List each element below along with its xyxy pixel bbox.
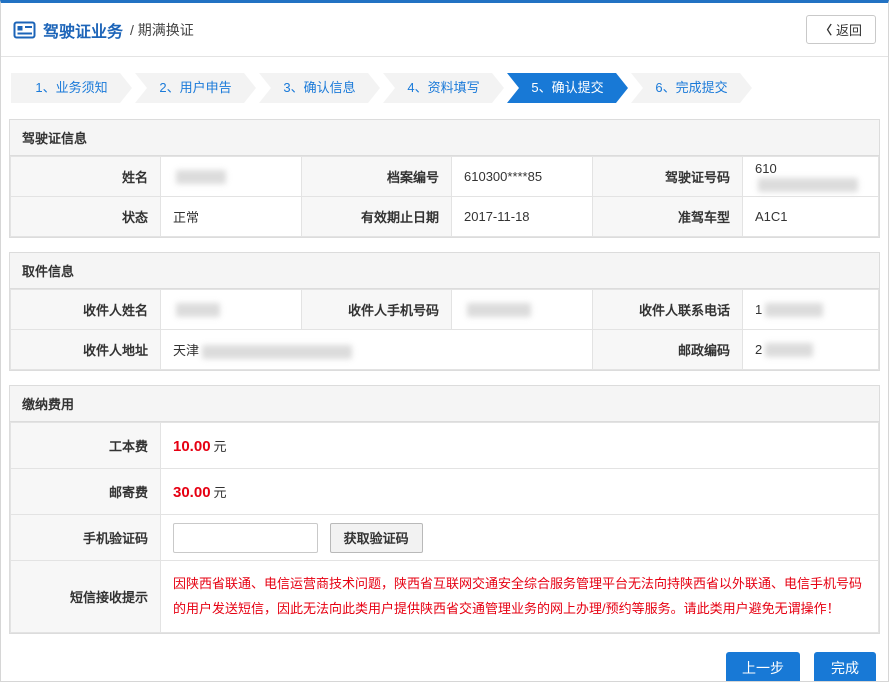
previous-step-button[interactable]: 上一步 [726,652,800,682]
recipient-mobile-label: 收件人手机号码 [302,290,452,330]
license-info-section: 驾驶证信息 姓名 档案编号 610300****85 驾驶证号码 610 状态 … [9,119,880,238]
step-tab-1[interactable]: 1、业务须知 [11,73,132,103]
step-tab-2[interactable]: 2、用户申告 [135,73,256,103]
breadcrumb: 驾驶证业务 / 期满换证 [13,18,194,42]
address-value: 天津 [161,330,593,370]
back-button-label: 返回 [836,20,862,39]
postcode-label: 邮政编码 [593,330,743,370]
step-tab-4[interactable]: 4、资料填写 [383,73,504,103]
file-number-value: 610300****85 [452,157,593,197]
status-label: 状态 [11,197,161,237]
recipient-phone-label: 收件人联系电话 [593,290,743,330]
postage-fee-value: 30.00元 [161,469,879,515]
fees-section: 缴纳费用 工本费 10.00元 邮寄费 30.00元 手机验证码 获取验证码 [9,385,880,634]
redacted-text [202,345,352,359]
redacted-text [758,178,858,192]
license-info-table: 姓名 档案编号 610300****85 驾驶证号码 610 状态 正常 有效期… [10,156,879,237]
production-fee-amount: 10.00 [173,438,211,455]
redacted-text [765,303,823,317]
chevron-left-icon: 〈 [820,21,832,38]
finish-button[interactable]: 完成 [814,652,876,682]
recipient-mobile-value [452,290,593,330]
step-nav: 1、业务须知 2、用户申告 3、确认信息 4、资料填写 5、确认提交 6、完成提… [1,57,888,111]
postage-fee-amount: 30.00 [173,484,211,501]
table-row: 状态 正常 有效期止日期 2017-11-18 准驾车型 A1C1 [11,197,879,237]
table-row: 手机验证码 获取验证码 [11,515,879,561]
redacted-text [176,303,220,317]
action-bar: 上一步 完成 [1,648,888,682]
license-card-icon [13,21,36,39]
step-tab-3[interactable]: 3、确认信息 [259,73,380,103]
address-label: 收件人地址 [11,330,161,370]
sms-notice-cell: 因陕西省联通、电信运营商技术问题，陕西省互联网交通安全综合服务管理平台无法向持陕… [161,561,879,633]
license-number-label: 驾驶证号码 [593,157,743,197]
sms-code-input[interactable] [173,523,318,553]
recipient-phone-value: 1 [743,290,879,330]
sms-code-label: 手机验证码 [11,515,161,561]
redacted-text [467,303,531,317]
vehicle-type-value: A1C1 [743,197,879,237]
table-row: 收件人地址 天津 邮政编码 2 [11,330,879,370]
header: 驾驶证业务 / 期满换证 〈 返回 [1,3,888,57]
license-info-title: 驾驶证信息 [10,120,879,156]
sms-notice-label: 短信接收提示 [11,561,161,633]
pickup-info-title: 取件信息 [10,253,879,289]
expiry-value: 2017-11-18 [452,197,593,237]
redacted-text [765,343,813,357]
redacted-text [176,170,226,184]
status-value: 正常 [161,197,302,237]
name-value [161,157,302,197]
get-sms-code-button[interactable]: 获取验证码 [330,523,423,553]
driver-license-renewal-page: 驾驶证业务 / 期满换证 〈 返回 1、业务须知 2、用户申告 3、确认信息 4… [0,0,889,682]
production-fee-unit: 元 [214,439,227,454]
pickup-info-table: 收件人姓名 收件人手机号码 收件人联系电话 1 收件人地址 天津 邮政编码 2 [10,289,879,370]
production-fee-value: 10.00元 [161,423,879,469]
back-button[interactable]: 〈 返回 [806,15,876,44]
table-row: 收件人姓名 收件人手机号码 收件人联系电话 1 [11,290,879,330]
page-subtitle: / 期满换证 [130,20,194,40]
expiry-label: 有效期止日期 [302,197,452,237]
step-tab-6[interactable]: 6、完成提交 [631,73,752,103]
license-number-value: 610 [743,157,879,197]
vehicle-type-label: 准驾车型 [593,197,743,237]
step-tab-5-active[interactable]: 5、确认提交 [507,73,628,103]
recipient-name-value [161,290,302,330]
recipient-name-label: 收件人姓名 [11,290,161,330]
sms-code-cell: 获取验证码 [161,515,879,561]
fees-title: 缴纳费用 [10,386,879,422]
fees-table: 工本费 10.00元 邮寄费 30.00元 手机验证码 获取验证码 短信接收提 [10,422,879,633]
table-row: 工本费 10.00元 [11,423,879,469]
table-row: 姓名 档案编号 610300****85 驾驶证号码 610 [11,157,879,197]
name-label: 姓名 [11,157,161,197]
table-row: 邮寄费 30.00元 [11,469,879,515]
pickup-info-section: 取件信息 收件人姓名 收件人手机号码 收件人联系电话 1 收件人地址 天津 邮政… [9,252,880,371]
production-fee-label: 工本费 [11,423,161,469]
postage-fee-unit: 元 [214,485,227,500]
postage-fee-label: 邮寄费 [11,469,161,515]
sms-notice-text: 因陕西省联通、电信运营商技术问题，陕西省互联网交通安全综合服务管理平台无法向持陕… [173,561,866,632]
table-row: 短信接收提示 因陕西省联通、电信运营商技术问题，陕西省互联网交通安全综合服务管理… [11,561,879,633]
page-title: 驾驶证业务 [43,18,123,42]
file-number-label: 档案编号 [302,157,452,197]
postcode-value: 2 [743,330,879,370]
